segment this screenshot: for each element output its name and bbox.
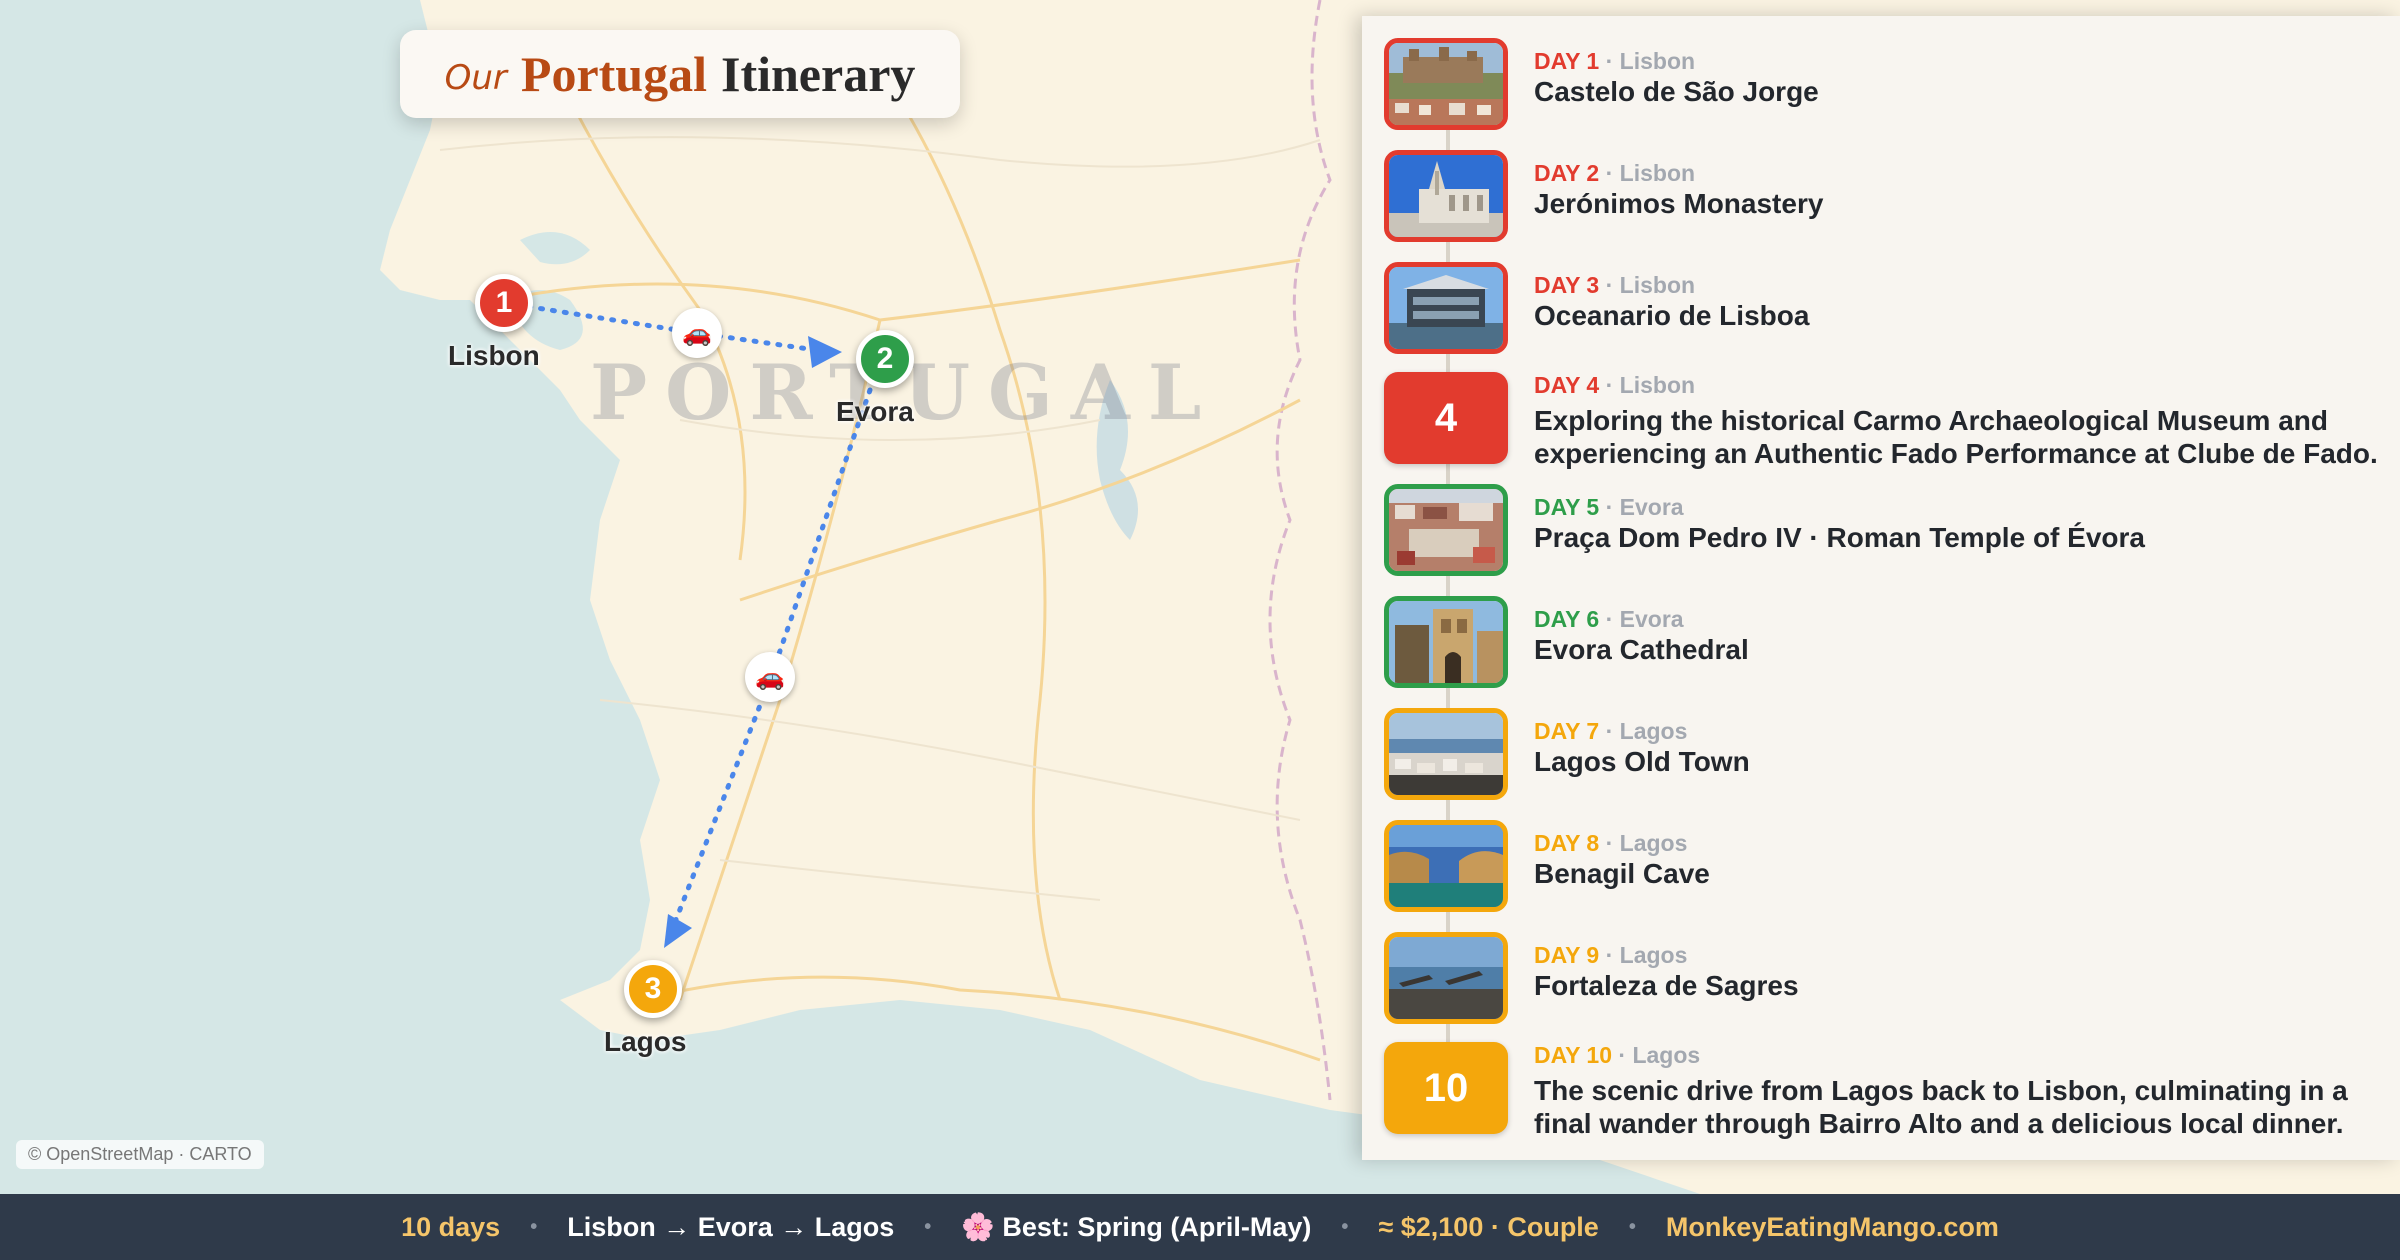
day-meta: DAY 1 · Lisbon (1534, 48, 1696, 74)
day-number: DAY 6 (1534, 606, 1600, 632)
best-season-text: Best: Spring (April-May) (1002, 1212, 1312, 1242)
day-item-4[interactable]: 4 DAY 4 · Lisbon Exploring the historica… (1384, 372, 2384, 469)
day-photo-monastery (1384, 150, 1508, 242)
day-number-badge: 10 (1384, 1042, 1508, 1134)
city-label-evora: Evora (836, 396, 914, 427)
day-item-1[interactable]: DAY 1 · Lisbon Castelo de São Jorge (1384, 38, 2384, 134)
day-photo-oceanarium (1384, 262, 1508, 354)
day-photo-cave (1384, 820, 1508, 912)
flower-icon: 🌸 (961, 1212, 995, 1242)
title-prefix: Our (444, 58, 507, 98)
day-number: DAY 5 (1534, 494, 1600, 520)
map-pin-2[interactable]: 2 (856, 330, 914, 388)
car-icon: 🚗 (672, 308, 722, 358)
footer-bar: 10 days • Lisbon → Evora → Lagos • 🌸 Bes… (0, 1194, 2400, 1260)
day-number: DAY 3 (1534, 272, 1600, 298)
day-item-5[interactable]: DAY 5 · Evora Praça Dom Pedro IV · Roman… (1384, 484, 2384, 580)
day-number: DAY 7 (1534, 718, 1600, 744)
day-meta: DAY 4 · Lisbon (1534, 372, 1696, 398)
day-title: Praça Dom Pedro IV · Roman Temple of Évo… (1534, 522, 2145, 553)
map-attribution[interactable]: © OpenStreetMap · CARTO (16, 1140, 264, 1169)
title-rest: Itinerary (721, 46, 916, 102)
itinerary-panel: DAY 1 · Lisbon Castelo de São Jorge DAY … (1362, 16, 2400, 1160)
city-label-lisbon: Lisbon (448, 340, 540, 371)
site-link[interactable]: MonkeyEatingMango.com (1666, 1212, 1999, 1243)
day-location: Evora (1619, 494, 1684, 520)
day-meta: DAY 8 · Lagos (1534, 830, 1688, 856)
day-number: DAY 9 (1534, 942, 1600, 968)
day-number: DAY 4 (1534, 372, 1600, 398)
day-meta: DAY 2 · Lisbon (1534, 160, 1696, 186)
trip-duration: 10 days (401, 1211, 501, 1242)
day-location: Evora (1619, 606, 1684, 632)
day-location: Lagos (1632, 1042, 1701, 1068)
day-title: Evora Cathedral (1534, 634, 1749, 665)
trip-route: Lisbon → Evora → Lagos (567, 1211, 895, 1242)
day-item-8[interactable]: DAY 8 · Lagos Benagil Cave (1384, 820, 2384, 916)
day-item-2[interactable]: DAY 2 · Lisbon Jerónimos Monastery (1384, 150, 2384, 246)
day-meta: DAY 7 · Lagos (1534, 718, 1688, 744)
day-item-7[interactable]: DAY 7 · Lagos Lagos Old Town (1384, 708, 2384, 804)
day-item-10[interactable]: 10 DAY 10 · Lagos The scenic drive from … (1384, 1042, 2384, 1139)
trip-budget: ≈ $2,100 · Couple (1378, 1211, 1599, 1242)
day-number: DAY 10 (1534, 1042, 1613, 1068)
day-item-6[interactable]: DAY 6 · Evora Evora Cathedral (1384, 596, 2384, 692)
separator: • (1341, 1215, 1349, 1238)
separator: • (1628, 1215, 1636, 1238)
map-pin-1[interactable]: 1 (475, 274, 533, 332)
day-location: Lisbon (1619, 372, 1696, 398)
day-title: The scenic drive from Lagos back to Lisb… (1534, 1075, 2348, 1139)
day-meta: DAY 10 · Lagos (1534, 1042, 1701, 1068)
day-location: Lisbon (1619, 160, 1696, 186)
day-photo-cathedral (1384, 596, 1508, 688)
day-location: Lagos (1619, 718, 1688, 744)
day-number-badge: 4 (1384, 372, 1508, 464)
day-location: Lagos (1619, 942, 1688, 968)
title-highlight: Portugal (520, 46, 707, 102)
day-title: Oceanario de Lisboa (1534, 300, 1810, 331)
day-meta: DAY 5 · Evora (1534, 494, 1684, 520)
day-meta: DAY 9 · Lagos (1534, 942, 1688, 968)
map-pin-3[interactable]: 3 (624, 960, 682, 1018)
day-title: Jerónimos Monastery (1534, 188, 1824, 219)
day-title: Benagil Cave (1534, 858, 1710, 889)
day-number: DAY 8 (1534, 830, 1600, 856)
day-title: Castelo de São Jorge (1534, 76, 1819, 107)
day-title: Lagos Old Town (1534, 746, 1750, 777)
day-location: Lisbon (1619, 272, 1696, 298)
day-meta: DAY 3 · Lisbon (1534, 272, 1696, 298)
day-location: Lagos (1619, 830, 1688, 856)
day-title: Fortaleza de Sagres (1534, 970, 1799, 1001)
day-item-9[interactable]: DAY 9 · Lagos Fortaleza de Sagres (1384, 932, 2384, 1028)
day-photo-fortaleza (1384, 932, 1508, 1024)
day-number: DAY 1 (1534, 48, 1600, 74)
city-label-lagos: Lagos (604, 1026, 687, 1057)
separator: • (924, 1215, 932, 1238)
day-item-3[interactable]: DAY 3 · Lisbon Oceanario de Lisboa (1384, 262, 2384, 358)
day-title: Exploring the historical Carmo Archaeolo… (1534, 405, 2378, 469)
best-season: 🌸 Best: Spring (April-May) (961, 1211, 1311, 1243)
day-number: DAY 2 (1534, 160, 1600, 186)
itinerary-title: Our Portugal Itinerary (400, 30, 960, 118)
day-location: Lisbon (1619, 48, 1696, 74)
car-icon: 🚗 (745, 652, 795, 702)
day-photo-castle (1384, 38, 1508, 130)
day-meta: DAY 6 · Evora (1534, 606, 1684, 632)
separator: • (530, 1215, 538, 1238)
day-photo-old-town (1384, 708, 1508, 800)
day-photo-praca (1384, 484, 1508, 576)
